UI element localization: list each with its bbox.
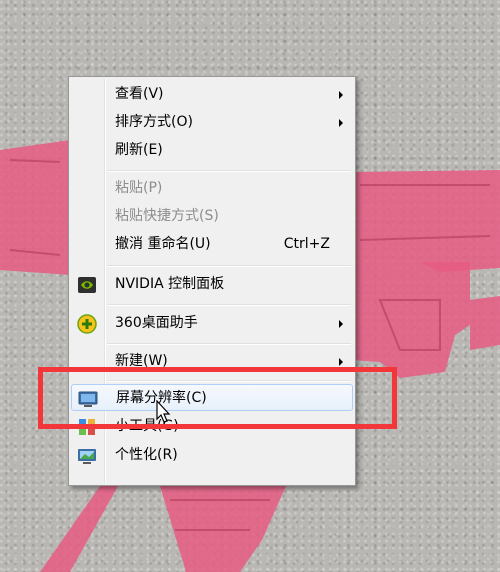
menu-item-label: 查看(V) <box>115 86 164 102</box>
submenu-arrow-icon <box>339 91 343 99</box>
submenu-arrow-icon <box>339 358 343 366</box>
highlight-annotation-box <box>38 367 397 429</box>
menu-item-label: 排序方式(O) <box>115 114 193 130</box>
360-assistant-icon <box>77 314 97 334</box>
menu-item-label: 粘贴(P) <box>115 180 163 196</box>
menu-item-label: 撤消 重命名(U) <box>115 236 211 252</box>
menu-item-label: NVIDIA 控制面板 <box>115 276 225 292</box>
mouse-pointer-icon <box>156 400 171 423</box>
menu-item-personalize[interactable]: 个性化(R) <box>71 442 353 469</box>
menu-item-paste-shortcut: 粘贴快捷方式(S) <box>71 203 353 230</box>
submenu-arrow-icon <box>339 119 343 127</box>
menu-separator <box>107 170 351 172</box>
menu-item-refresh[interactable]: 刷新(E) <box>71 137 353 164</box>
submenu-arrow-icon <box>339 320 343 328</box>
menu-item-view[interactable]: 查看(V) <box>71 81 353 108</box>
menu-item-label: 刷新(E) <box>115 142 163 158</box>
nvidia-icon <box>78 277 96 293</box>
menu-item-label: 个性化(R) <box>115 447 178 463</box>
menu-item-undo-rename[interactable]: 撤消 重命名(U) Ctrl+Z <box>71 231 353 258</box>
menu-item-paste: 粘贴(P) <box>71 175 353 202</box>
menu-item-label: 360桌面助手 <box>115 315 198 331</box>
menu-separator <box>107 265 351 267</box>
menu-item-sort-by[interactable]: 排序方式(O) <box>71 109 353 136</box>
menu-separator <box>107 343 351 345</box>
personalize-icon <box>78 449 96 464</box>
menu-item-360-desktop-assistant[interactable]: 360桌面助手 <box>71 310 353 337</box>
menu-item-label: 粘贴快捷方式(S) <box>115 208 219 224</box>
menu-item-nvidia-control-panel[interactable]: NVIDIA 控制面板 <box>71 271 353 298</box>
shortcut-label: Ctrl+Z <box>283 236 330 252</box>
menu-separator <box>107 304 351 306</box>
